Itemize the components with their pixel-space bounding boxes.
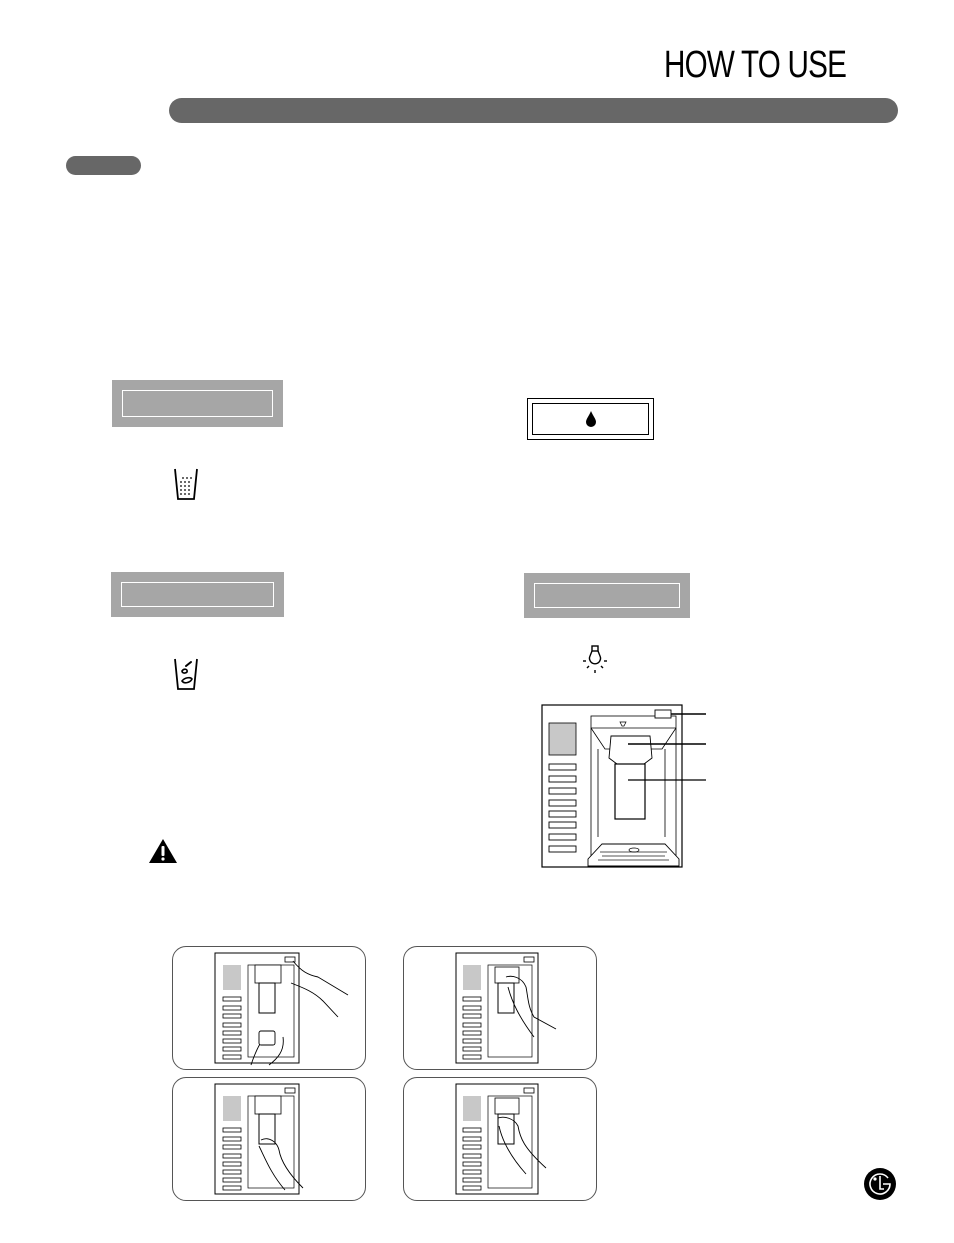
- illustration-step-1: [172, 946, 366, 1070]
- light-bulb-icon: [581, 644, 609, 674]
- page-title: HOW TO USE: [664, 44, 847, 86]
- lg-logo: [863, 1167, 897, 1201]
- illustration-step-2: [403, 946, 597, 1070]
- dispenser-diagram: [540, 704, 710, 870]
- section-pill: [66, 156, 141, 175]
- cubed-ice-icon: [172, 466, 200, 502]
- water-button[interactable]: [527, 398, 654, 440]
- water-drop-icon: [584, 410, 598, 428]
- light-label-box: [524, 573, 690, 618]
- crushed-ice-icon: [172, 656, 200, 692]
- illustration-step-4: [403, 1077, 597, 1201]
- header-bar: [169, 98, 898, 123]
- light-label: [534, 583, 680, 608]
- illustration-step-3: [172, 1077, 366, 1201]
- crushed-ice-label-box: [111, 572, 284, 617]
- cubed-ice-label: [122, 390, 273, 417]
- warning-icon: [148, 838, 178, 864]
- cubed-ice-label-box: [112, 380, 283, 427]
- crushed-ice-label: [121, 582, 274, 607]
